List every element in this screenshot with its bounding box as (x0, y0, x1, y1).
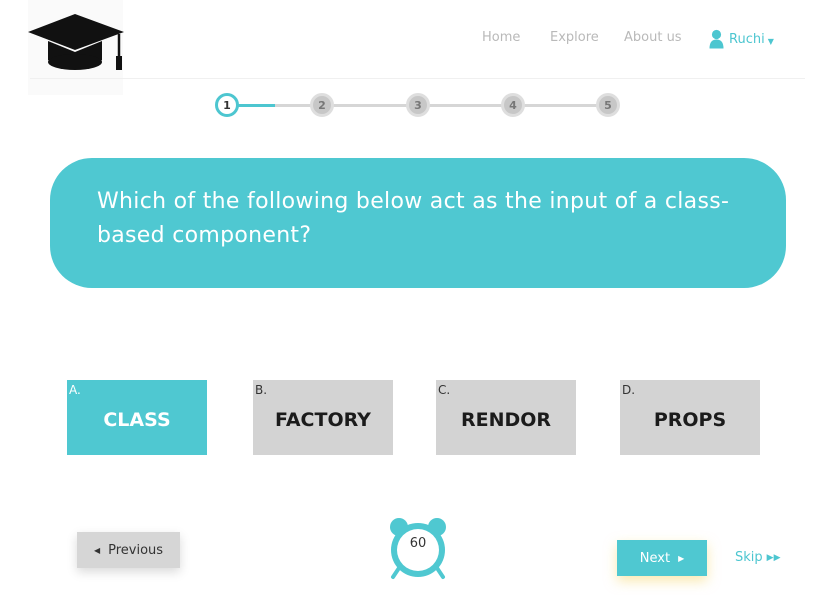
option-letter: C. (438, 383, 451, 397)
step-5[interactable]: 5 (596, 93, 620, 117)
user-name: Ruchi (729, 31, 765, 47)
arrow-right-icon: ▶ (678, 553, 685, 563)
step-2[interactable]: 2 (310, 93, 334, 117)
option-b[interactable]: B. FACTORY (253, 380, 393, 455)
previous-label: Previous (108, 542, 164, 558)
user-menu[interactable]: Ruchi ▼ (709, 29, 774, 49)
option-letter: D. (622, 383, 636, 397)
user-icon (709, 29, 724, 49)
header-divider (30, 78, 805, 79)
nav-about-link[interactable]: About us (624, 30, 682, 45)
option-label: PROPS (653, 409, 727, 431)
countdown-timer: 60 (385, 516, 451, 580)
option-label: RENDOR (460, 409, 552, 431)
step-4[interactable]: 4 (501, 93, 525, 117)
timer-value: 60 (409, 536, 427, 551)
skip-link[interactable]: Skip ▶▶ (735, 550, 781, 565)
option-a[interactable]: A. CLASS (67, 380, 207, 455)
option-c[interactable]: C. RENDOR (436, 380, 576, 455)
previous-button[interactable]: ◀ Previous (77, 532, 180, 568)
option-d[interactable]: D. PROPS (620, 380, 760, 455)
step-3[interactable]: 3 (406, 93, 430, 117)
next-label: Next (639, 550, 671, 566)
option-label: FACTORY (275, 409, 371, 431)
nav-explore-link[interactable]: Explore (550, 30, 599, 45)
nav-home-link[interactable]: Home (482, 30, 520, 45)
next-button[interactable]: Next ▶ (617, 540, 707, 576)
step-1[interactable]: 1 (215, 93, 239, 117)
question-card: Which of the following below act as the … (50, 158, 786, 288)
arrow-left-icon: ◀ (93, 545, 101, 555)
option-letter: B. (255, 383, 268, 397)
skip-label: Skip (735, 550, 763, 565)
double-arrow-right-icon: ▶▶ (766, 552, 781, 563)
option-label: CLASS (103, 409, 171, 431)
logo[interactable] (28, 0, 124, 95)
chevron-down-icon: ▼ (767, 36, 774, 46)
question-text: Which of the following below act as the … (97, 189, 730, 248)
graduation-cap-icon (28, 14, 124, 70)
option-letter: A. (69, 383, 81, 397)
progress-stepper: 1 2 3 4 5 (215, 93, 622, 117)
